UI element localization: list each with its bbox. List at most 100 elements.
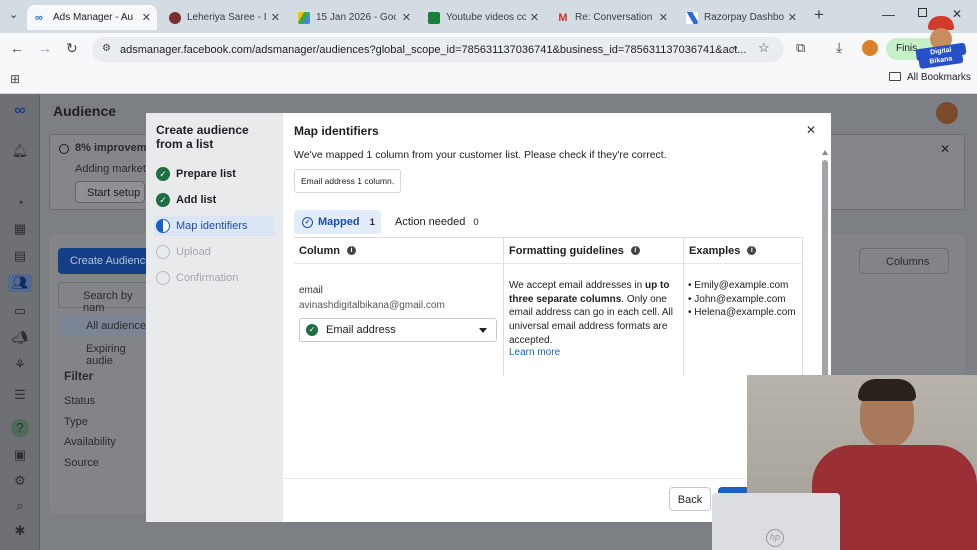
campaign-icon[interactable]: 📣︎: [11, 329, 29, 347]
example-item: • Helena@example.com: [688, 307, 796, 319]
identifier-select[interactable]: ✓ Email address: [299, 318, 497, 342]
tab-mapped[interactable]: ✓ Mapped 1: [294, 210, 381, 234]
apps-grid-icon[interactable]: ⊞: [10, 72, 20, 86]
example-item: • John@example.com: [688, 293, 786, 305]
meta-icon: ∞: [35, 11, 43, 24]
help-icon[interactable]: ?: [11, 419, 29, 437]
columns-button[interactable]: Columns: [859, 248, 949, 274]
step-label: Upload: [176, 246, 211, 258]
back-arrow-icon[interactable]: ←: [10, 40, 24, 56]
minimize-icon[interactable]: —: [882, 7, 895, 22]
filter-type[interactable]: Type: [64, 416, 88, 428]
filter-status[interactable]: Status: [64, 395, 95, 407]
meta-logo-icon[interactable]: ∞: [11, 102, 29, 120]
header-label: Column: [299, 244, 340, 257]
account-avatar[interactable]: [936, 102, 958, 124]
address-row: ← → ↻ ⚙ adsmanager.facebook.com/adsmanag…: [0, 33, 977, 66]
close-tab-icon[interactable]: ✕: [271, 11, 280, 24]
reload-icon[interactable]: ↻: [66, 40, 78, 57]
bookmarks-bar: ⊞ All Bookmarks: [0, 66, 977, 94]
tab-title: 15 Jan 2026 - Goo: [316, 12, 396, 23]
scroll-up-icon[interactable]: [822, 150, 828, 155]
business-icon[interactable]: ⚘: [11, 356, 29, 374]
examples-list: • Emily@example.com • John@example.com •…: [688, 279, 796, 320]
download-icon[interactable]: ⤓: [836, 39, 842, 56]
channel-logo: Digital Bikana: [915, 16, 967, 70]
close-tab-icon[interactable]: ✕: [788, 11, 797, 24]
drive-icon: [298, 11, 310, 24]
reports-icon[interactable]: ▣: [11, 446, 29, 464]
step-confirmation: Confirmation: [156, 268, 238, 288]
examples-header: Examples i: [689, 238, 757, 263]
chip-label: Email address: [301, 176, 355, 186]
start-setup-label: Start setup: [87, 187, 141, 199]
tab-label: Action needed: [395, 216, 466, 228]
dashboard-icon[interactable]: ◔: [11, 194, 29, 212]
tab-title: Youtube videos co: [446, 12, 526, 23]
search-icon[interactable]: ⌕: [11, 497, 29, 515]
debug-icon[interactable]: ✱: [11, 522, 29, 540]
select-value: Email address: [326, 324, 396, 336]
zoom-icon[interactable]: ⌕: [732, 42, 738, 55]
audiences-icon[interactable]: 👥︎: [8, 274, 32, 292]
check-icon: ✓: [156, 193, 170, 207]
tab-count: 1: [369, 216, 375, 228]
new-tab-button[interactable]: +: [814, 5, 824, 25]
all-bookmarks-link[interactable]: All Bookmarks: [907, 72, 971, 83]
notifications-icon[interactable]: 🔔︎: [11, 142, 29, 160]
header-label: Formatting guidelines: [509, 244, 624, 257]
filter-all-audiences[interactable]: All audiences: [58, 316, 153, 336]
tab-leheriya[interactable]: Leheriya Saree - II ✕: [161, 5, 286, 30]
filter-source[interactable]: Source: [64, 457, 99, 469]
pages-icon[interactable]: ▤: [11, 247, 29, 265]
learn-more-link[interactable]: Learn more: [509, 347, 560, 358]
step-prepare-list: ✓ Prepare list: [156, 164, 236, 184]
close-tab-icon[interactable]: ✕: [142, 11, 151, 24]
step-label: Confirmation: [176, 272, 239, 284]
tab-action-needed[interactable]: Action needed 0: [389, 210, 481, 234]
search-field[interactable]: Search by nam: [58, 282, 153, 314]
profile-avatar[interactable]: [862, 40, 878, 56]
tab-search-chevron-icon[interactable]: ⌄: [9, 8, 18, 21]
close-dialog-icon[interactable]: ✕: [806, 123, 816, 137]
info-icon[interactable]: i: [346, 246, 356, 255]
create-audience-button[interactable]: Create Audience: [58, 248, 153, 274]
billing-icon[interactable]: ▭: [11, 302, 29, 320]
step-label: Add list: [176, 194, 217, 206]
tab-strip: ⌄ ∞ Ads Manager - Au ✕ Leheriya Saree - …: [0, 0, 977, 33]
tab-razorpay[interactable]: Razorpay Dashbo ✕: [678, 5, 803, 30]
close-tab-icon[interactable]: ✕: [659, 11, 668, 24]
forward-arrow-icon[interactable]: →: [38, 40, 52, 56]
step-add-list: ✓ Add list: [156, 190, 216, 210]
back-button[interactable]: Back: [669, 487, 711, 511]
search-placeholder: Search by nam: [83, 290, 133, 314]
close-banner-icon[interactable]: ✕: [940, 142, 950, 156]
site-info-icon[interactable]: ⚙: [102, 43, 111, 54]
left-nav: ∞ 🔔︎ ◔ ▦ ▤ 👥︎ ▭ 📣︎ ⚘ ☰ ? ▣ ⚙ ⌕ ✱: [0, 94, 40, 550]
presenter-webcam: hp: [712, 375, 977, 550]
tab-sheets[interactable]: Youtube videos co ✕: [420, 5, 545, 30]
tab-count: 0: [473, 216, 479, 228]
filter-availability[interactable]: Availability: [64, 436, 116, 448]
columns-label: Columns: [886, 256, 930, 268]
dialog-subtitle: We've mapped 1 column from your customer…: [294, 149, 667, 161]
bookmark-star-icon[interactable]: ☆: [758, 40, 770, 56]
table-icon[interactable]: ▦: [11, 220, 29, 238]
start-setup-button[interactable]: Start setup: [75, 181, 145, 203]
filter-expiring[interactable]: Expiring audie: [58, 339, 153, 367]
tab-gmail[interactable]: M Re: Conversation w ✕: [549, 5, 674, 30]
menu-icon[interactable]: ☰: [11, 386, 29, 404]
info-icon[interactable]: i: [630, 246, 640, 255]
extensions-icon[interactable]: ⧉: [796, 40, 805, 56]
tab-drive[interactable]: 15 Jan 2026 - Goo ✕: [290, 5, 417, 30]
close-tab-icon[interactable]: ✕: [530, 11, 539, 24]
chip-count: 1 column.: [357, 176, 395, 186]
caret-down-icon: [479, 328, 487, 333]
example-text: Helena@example.com: [694, 307, 796, 319]
info-icon[interactable]: i: [747, 246, 757, 255]
tab-ads-manager[interactable]: ∞ Ads Manager - Au ✕: [27, 5, 157, 30]
create-audience-label: Create Audience: [70, 255, 152, 267]
close-tab-icon[interactable]: ✕: [402, 11, 411, 24]
url-bar[interactable]: ⚙ adsmanager.facebook.com/adsmanager/aud…: [92, 37, 784, 62]
settings-icon[interactable]: ⚙: [11, 472, 29, 490]
